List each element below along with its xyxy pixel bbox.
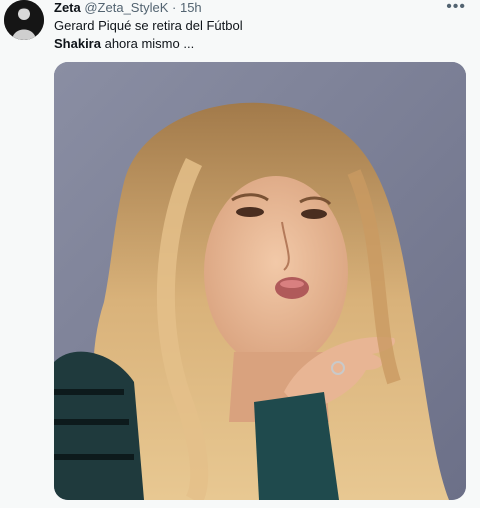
avatar[interactable] (4, 0, 44, 40)
display-name[interactable]: Zeta (54, 0, 81, 15)
tweet-text-line-2: Shakira ahora mismo ... (54, 36, 194, 52)
tweet-header: Zeta @Zeta_StyleK · 15h (54, 0, 202, 16)
more-options-icon[interactable]: ••• (446, 0, 466, 16)
tweet[interactable]: Zeta @Zeta_StyleK · 15h ••• Gerard Piqué… (0, 0, 480, 508)
user-handle[interactable]: @Zeta_StyleK (84, 0, 168, 15)
tweet-media-photo[interactable] (54, 62, 466, 500)
timestamp[interactable]: 15h (180, 0, 202, 15)
tweet-text-line-1: Gerard Piqué se retira del Fútbol (54, 18, 243, 33)
avatar-silhouette-icon (4, 0, 44, 40)
photo-image (54, 62, 466, 500)
tweet-text-bold: Shakira (54, 36, 101, 51)
tweet-text-rest: ahora mismo ... (100, 36, 195, 51)
separator-dot: · (172, 0, 177, 15)
